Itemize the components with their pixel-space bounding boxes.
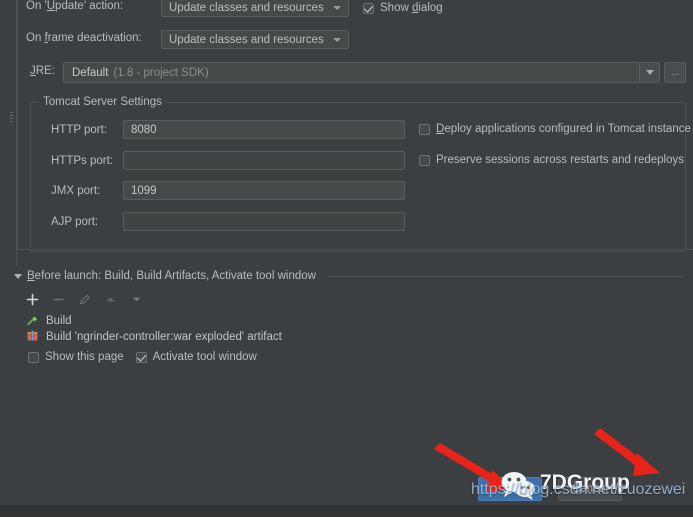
- before-launch-header[interactable]: Before launch: Build, Build Artifacts, A…: [14, 270, 693, 282]
- ajp-port-input[interactable]: [123, 212, 405, 231]
- list-item[interactable]: Build 'ngrinder-controller:war exploded'…: [14, 329, 693, 345]
- activate-tool-window-checkbox[interactable]: Activate tool window: [135, 351, 257, 363]
- jre-row: JRE:: [30, 65, 55, 77]
- before-launch-section: Before launch: Build, Build Artifacts, A…: [14, 270, 693, 370]
- splitter-grip-icon: [10, 110, 14, 132]
- chevron-down-icon: [333, 5, 341, 10]
- activate-tool-window-label: Activate tool window: [152, 351, 257, 363]
- jre-dropdown-button[interactable]: [639, 63, 659, 82]
- jre-value-hint: (1.8 - project SDK): [113, 66, 209, 79]
- tomcat-server-settings-title: Tomcat Server Settings: [39, 96, 166, 108]
- show-this-page-checkbox-box[interactable]: [28, 351, 39, 363]
- http-port-label: HTTP port:: [51, 124, 108, 136]
- show-dialog-label: Show dialog: [380, 2, 443, 14]
- preserve-sessions-checkbox[interactable]: Preserve sessions across restarts and re…: [419, 154, 684, 166]
- show-this-page-checkbox[interactable]: Show this page: [28, 351, 124, 363]
- jre-control-group: Default (1.8 - project SDK) ...: [63, 62, 686, 83]
- move-down-icon: [130, 293, 143, 306]
- on-frame-deactivation-value: Update classes and resources: [169, 33, 324, 46]
- chevron-down-icon[interactable]: [14, 273, 22, 279]
- move-up-icon: [104, 293, 117, 306]
- show-dialog-checkbox-box[interactable]: [363, 2, 374, 14]
- configuration-panel: On 'Update' action: Update classes and r…: [8, 0, 693, 266]
- before-launch-divider: [326, 275, 685, 277]
- show-this-page-label: Show this page: [45, 351, 124, 363]
- jre-value: Default: [72, 66, 109, 79]
- activate-tool-window-checkbox-box[interactable]: [135, 351, 147, 363]
- show-dialog-checkbox[interactable]: Show dialog: [363, 2, 443, 14]
- remove-task-icon: [52, 293, 65, 306]
- jmx-port-input[interactable]: 1099: [123, 181, 405, 200]
- jre-browse-button[interactable]: ...: [664, 62, 686, 83]
- on-frame-deactivation-dropdown[interactable]: Update classes and resources: [161, 30, 349, 49]
- list-item[interactable]: Build: [14, 313, 693, 329]
- preserve-sessions-checkbox-box[interactable]: [419, 154, 430, 166]
- jre-combobox[interactable]: Default (1.8 - project SDK): [63, 62, 660, 83]
- window-footer-strip: [0, 505, 693, 517]
- panel-splitter[interactable]: [8, 0, 17, 266]
- task-label: Build: [46, 315, 72, 327]
- hammer-icon: [26, 313, 39, 329]
- https-port-label: HTTPs port:: [51, 155, 113, 167]
- ok-button[interactable]: OK: [478, 477, 542, 501]
- on-update-action-row: On 'Update' action:: [26, 0, 123, 12]
- before-launch-title: Before launch: Build, Build Artifacts, A…: [27, 270, 316, 282]
- artifact-icon: [26, 329, 39, 345]
- on-update-action-label: On 'Update' action:: [26, 0, 124, 12]
- ajp-port-label: AJP port:: [51, 216, 99, 228]
- jmx-port-label: JMX port:: [51, 185, 101, 197]
- on-update-action-value: Update classes and resources: [169, 1, 324, 14]
- deploy-applications-checkbox-box[interactable]: [419, 123, 430, 135]
- run-configuration-dialog: On 'Update' action: Update classes and r…: [0, 0, 693, 517]
- cancel-button[interactable]: Cancel: [558, 477, 622, 501]
- task-label: Build 'ngrinder-controller:war exploded'…: [46, 331, 282, 343]
- add-task-icon[interactable]: [26, 293, 39, 306]
- deploy-applications-label: Deploy applications configured in Tomcat…: [436, 123, 691, 135]
- before-launch-options: Show this page Activate tool window: [28, 351, 693, 363]
- dialog-button-bar: OK Cancel: [0, 477, 693, 503]
- chevron-down-icon: [333, 37, 341, 42]
- https-port-input[interactable]: [123, 151, 405, 170]
- preserve-sessions-label: Preserve sessions across restarts and re…: [436, 154, 684, 166]
- before-launch-task-list: Build Build 'ngrinder-controller:war exp…: [14, 313, 693, 345]
- on-frame-deactivation-label: On frame deactivation:: [26, 32, 142, 44]
- tomcat-server-settings-group: Tomcat Server Settings HTTP port: 8080 H…: [30, 96, 691, 252]
- deploy-applications-checkbox[interactable]: Deploy applications configured in Tomcat…: [419, 123, 691, 135]
- chevron-down-icon: [645, 70, 654, 75]
- jre-label: JRE:: [30, 65, 55, 77]
- http-port-input[interactable]: 8080: [123, 120, 405, 139]
- on-update-action-dropdown[interactable]: Update classes and resources: [161, 0, 349, 17]
- before-launch-toolbar: [26, 291, 693, 307]
- arrow-to-brand: [594, 428, 660, 476]
- edit-task-icon: [78, 293, 91, 306]
- on-frame-deactivation-row: On frame deactivation:: [26, 32, 142, 44]
